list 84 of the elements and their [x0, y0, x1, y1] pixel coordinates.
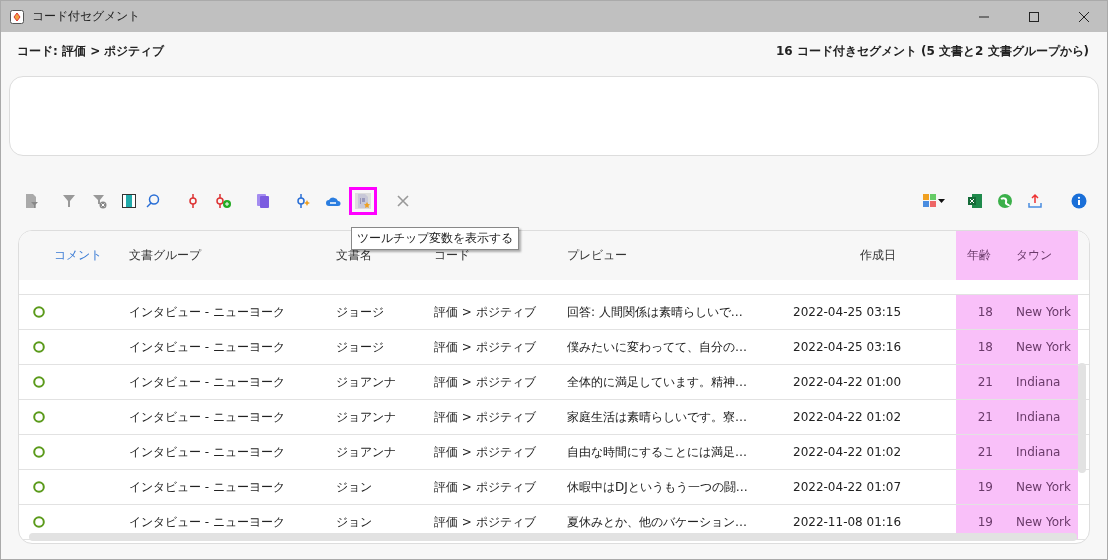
table-cell: Indiana — [1016, 375, 1061, 389]
table-cell: 2022-04-22 01:07 — [793, 480, 902, 494]
table-cell: 自由な時間にすることには満足… — [567, 443, 747, 461]
table-cell: 僕みたいに変わってて、自分の… — [567, 338, 747, 356]
memo-field[interactable] — [9, 76, 1099, 156]
table-cell: 19 — [977, 515, 993, 529]
table-cell: 全体的に満足しています。精神… — [567, 373, 747, 391]
columns-panel-icon[interactable] — [121, 193, 137, 209]
status-ring-icon — [32, 481, 45, 493]
table-cell: インタビュー - ニューヨーク — [129, 373, 285, 391]
spreadsheet-icon[interactable] — [967, 193, 983, 209]
table-cell: ジョアンナ — [336, 373, 396, 391]
window-title: コード付セグメント — [32, 8, 140, 25]
segment-summary: 16 コード付きセグメント (5 文書と2 文書グループから) — [775, 43, 1089, 60]
table-cell: ジョン — [336, 478, 372, 496]
table-cell: New York — [1016, 340, 1071, 354]
puzzle-caret-icon[interactable] — [923, 193, 947, 209]
table-cell: 21 — [977, 375, 993, 389]
table-cell: 18 — [977, 305, 993, 319]
table-cell: New York — [1016, 515, 1071, 529]
column-header[interactable]: 作成日 — [793, 231, 956, 280]
status-ring-icon — [32, 376, 45, 388]
maximize-icon[interactable] — [1028, 10, 1040, 23]
table-cell: ジョージ — [336, 338, 384, 356]
table-cell: 19 — [977, 480, 993, 494]
table-cell: 評価 > ポジティブ — [434, 373, 536, 391]
column-header[interactable]: コメント — [54, 231, 129, 280]
filter-icon[interactable] — [61, 193, 77, 209]
table-cell: 21 — [977, 410, 993, 424]
filter-clear-icon[interactable] — [91, 193, 107, 209]
tooltip: ツールチップ変数を表示する — [351, 227, 519, 250]
table-cell: 評価 > ポジティブ — [434, 513, 536, 531]
code-add-icon[interactable] — [215, 193, 231, 209]
pages-icon[interactable] — [255, 193, 271, 209]
horizontal-scrollbar[interactable] — [29, 533, 1077, 541]
info-icon[interactable] — [1071, 193, 1087, 209]
close-icon[interactable] — [1078, 10, 1090, 23]
table-cell: インタビュー - ニューヨーク — [129, 338, 285, 356]
table-cell: 回答: 人間関係は素晴らしいで… — [567, 303, 743, 321]
table-cell: 評価 > ポジティブ — [434, 478, 536, 496]
table-cell: ジョアンナ — [336, 408, 396, 426]
table-cell: New York — [1016, 480, 1071, 494]
status-ring-icon — [32, 446, 45, 458]
table-cell: 2022-04-22 01:02 — [793, 410, 902, 424]
table-cell: 休暇中はDJというもう一つの闘… — [567, 478, 748, 496]
table-cell: Indiana — [1016, 445, 1061, 459]
table-cell: ジョアンナ — [336, 443, 396, 461]
table-cell: 評価 > ポジティブ — [434, 443, 536, 461]
table-cell: 評価 > ポジティブ — [434, 408, 536, 426]
table-cell: インタビュー - ニューヨーク — [129, 408, 285, 426]
table-cell: 2022-04-22 01:00 — [793, 375, 902, 389]
table-cell: ジョン — [336, 513, 372, 531]
status-ring-icon — [32, 341, 45, 353]
search-icon[interactable] — [145, 193, 161, 209]
status-ring-icon — [32, 411, 45, 423]
table-cell: 2022-11-08 01:16 — [793, 515, 902, 529]
table-cell: ジョージ — [336, 303, 384, 321]
status-ring-icon — [32, 306, 45, 318]
sparkle-pin-icon[interactable] — [295, 193, 311, 209]
table-cell: インタビュー - ニューヨーク — [129, 478, 285, 496]
column-header[interactable]: プレビュー — [567, 231, 793, 280]
code-path: コード: 評価 > ポジティブ — [17, 43, 165, 60]
table-cell: 評価 > ポジティブ — [434, 303, 536, 321]
table-cell: インタビュー - ニューヨーク — [129, 513, 285, 531]
column-header[interactable]: 文書グループ — [129, 231, 336, 280]
doc-filter-icon[interactable] — [23, 193, 39, 209]
table-cell: Indiana — [1016, 410, 1061, 424]
upload-icon[interactable] — [1027, 193, 1043, 209]
table-cell: 18 — [977, 340, 993, 354]
table-cell: 評価 > ポジティブ — [434, 338, 536, 356]
status-ring-icon — [32, 516, 45, 528]
table-cell: 2022-04-25 03:16 — [793, 340, 902, 354]
table-cell: インタビュー - ニューヨーク — [129, 443, 285, 461]
table-cell: 2022-04-22 01:02 — [793, 445, 902, 459]
table-cell: New York — [1016, 305, 1071, 319]
table-cell: インタビュー - ニューヨーク — [129, 303, 285, 321]
column-header[interactable]: タウン — [1001, 231, 1078, 280]
column-header[interactable]: 年齢 — [956, 231, 1001, 280]
table-cell: 夏休みとか、他のバケーション… — [567, 513, 747, 531]
vertical-scrollbar[interactable] — [1078, 363, 1086, 473]
table-cell: 21 — [977, 445, 993, 459]
table-cell: 家庭生活は素晴らしいです。寮… — [567, 408, 747, 426]
table-cell: 2022-04-25 03:15 — [793, 305, 902, 319]
app-icon — [10, 9, 24, 24]
